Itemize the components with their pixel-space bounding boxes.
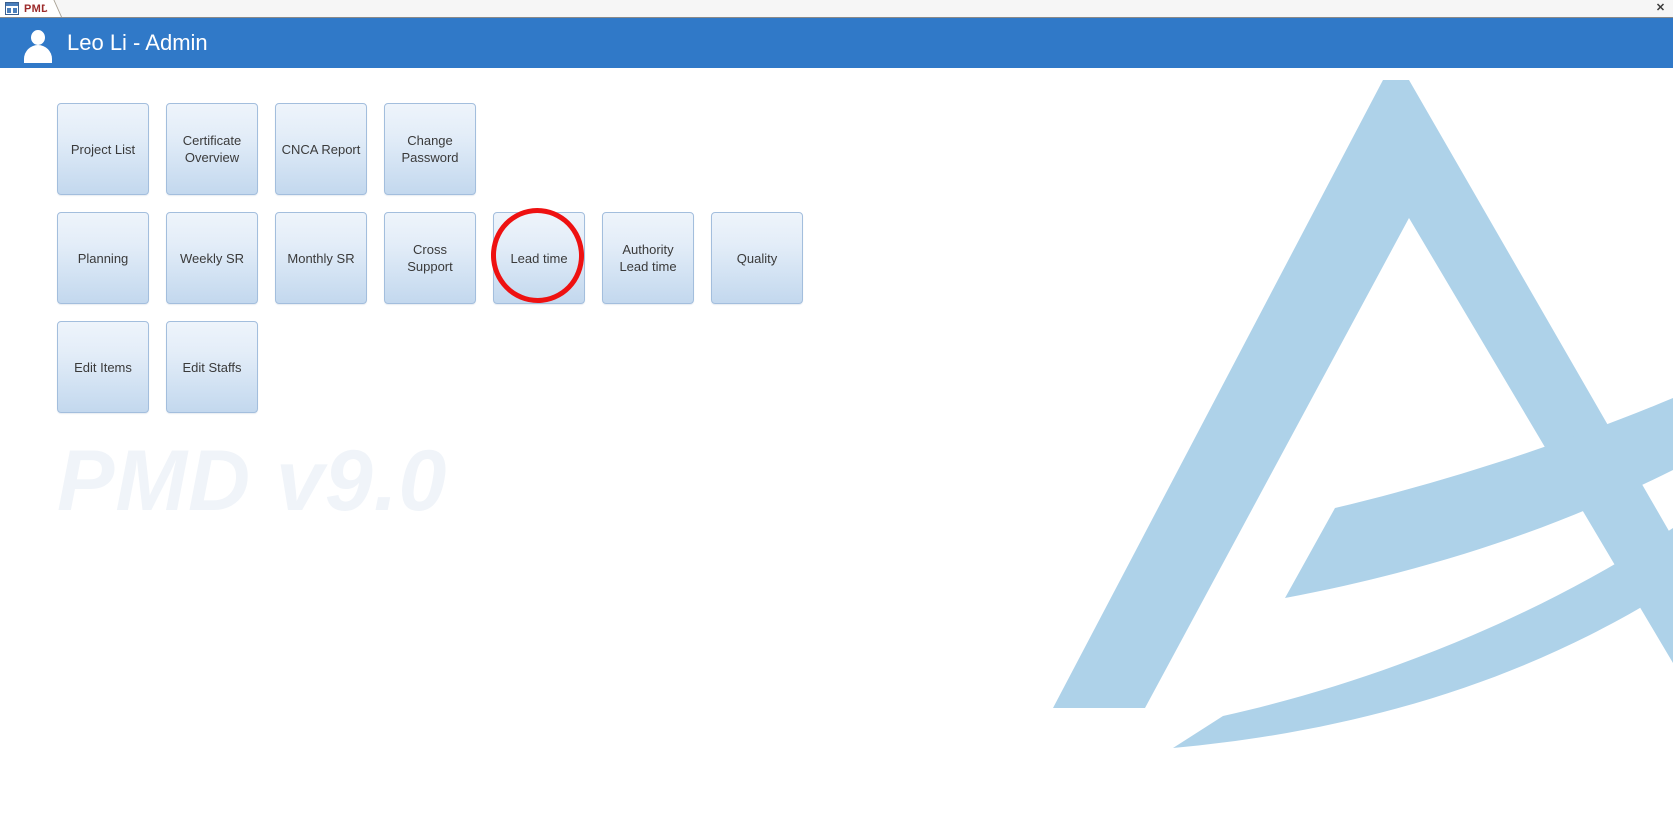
button-cnca-report[interactable]: CNCA Report: [275, 103, 367, 195]
document-tab-strip: PMD ✕: [0, 0, 1673, 18]
button-quality[interactable]: Quality: [711, 212, 803, 304]
button-monthly-sr[interactable]: Monthly SR: [275, 212, 367, 304]
menu-row-3: Edit Items Edit Staffs: [57, 321, 803, 413]
avatar-head: [31, 30, 45, 45]
button-weekly-sr[interactable]: Weekly SR: [166, 212, 258, 304]
button-certificate-overview[interactable]: Certificate Overview: [166, 103, 258, 195]
app-header-bar: Leo Li - Admin: [0, 18, 1673, 68]
button-edit-staffs[interactable]: Edit Staffs: [166, 321, 258, 413]
button-project-list[interactable]: Project List: [57, 103, 149, 195]
menu-row-2: Planning Weekly SR Monthly SR Cross Supp…: [57, 212, 803, 304]
button-authority-lead-time[interactable]: Authority Lead time: [602, 212, 694, 304]
button-edit-items[interactable]: Edit Items: [57, 321, 149, 413]
button-cross-support[interactable]: Cross Support: [384, 212, 476, 304]
button-lead-time[interactable]: Lead time: [493, 212, 585, 304]
version-watermark: PMD v9.0: [57, 433, 448, 529]
main-menu-grid: Project List Certificate Overview CNCA R…: [57, 103, 803, 430]
close-icon[interactable]: ✕: [1653, 1, 1668, 16]
access-form-icon: [5, 2, 19, 15]
button-planning[interactable]: Planning: [57, 212, 149, 304]
menu-row-1: Project List Certificate Overview CNCA R…: [57, 103, 803, 195]
button-change-password[interactable]: Change Password: [384, 103, 476, 195]
avatar-body: [24, 45, 52, 63]
page-title: Leo Li - Admin: [67, 30, 208, 55]
user-avatar-icon: [21, 26, 55, 63]
document-tab-pmd[interactable]: PMD: [0, 0, 63, 17]
company-chevron-logo: [1053, 68, 1673, 748]
